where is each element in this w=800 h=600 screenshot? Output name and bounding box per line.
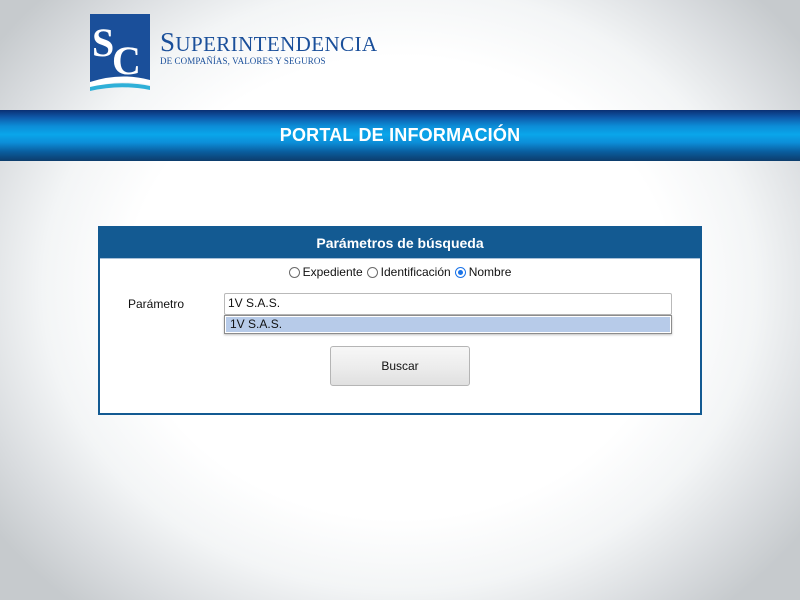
autocomplete-option[interactable]: 1V S.A.S. [226,317,670,332]
org-logo: S C SUPERINTENDENCIA DE COMPAÑÍAS, VALOR… [88,12,377,94]
radio-identificacion[interactable]: Identificación [366,265,451,279]
search-type-radio-group: Expediente Identificación Nombre [100,265,700,279]
org-title-initial: S [160,27,176,57]
radio-identificacion-label: Identificación [380,265,451,279]
sc-emblem-icon: S C [90,14,150,91]
parameter-input[interactable]: 1V S.A.S. [224,293,672,315]
radio-nombre-label: Nombre [468,265,512,279]
radio-expediente-label: Expediente [302,265,363,279]
radio-nombre-circle[interactable] [454,266,466,278]
radio-identificacion-circle[interactable] [366,266,378,278]
radio-expediente[interactable]: Expediente [288,265,363,279]
portal-banner: PORTAL DE INFORMACIÓN [0,110,800,161]
svg-text:S: S [92,20,114,65]
parameter-label: Parámetro [128,297,185,311]
radio-expediente-circle[interactable] [288,266,300,278]
org-subtitle: DE COMPAÑÍAS, VALORES Y SEGUROS [160,56,326,66]
autocomplete-dropdown: 1V S.A.S. [224,315,672,334]
svg-text:C: C [112,38,141,83]
portal-title: PORTAL DE INFORMACIÓN [279,125,521,145]
panel-title: Parámetros de búsqueda [100,228,700,259]
org-name: SUPERINTENDENCIA DE COMPAÑÍAS, VALORES Y… [160,27,378,67]
org-title-rest: UPERINTENDENCIA [175,32,378,56]
search-button[interactable]: Buscar [330,346,470,386]
org-title: SUPERINTENDENCIA [160,27,378,57]
radio-nombre[interactable]: Nombre [454,265,512,279]
search-parameters-panel: Parámetros de búsqueda Expediente Identi… [98,226,702,415]
